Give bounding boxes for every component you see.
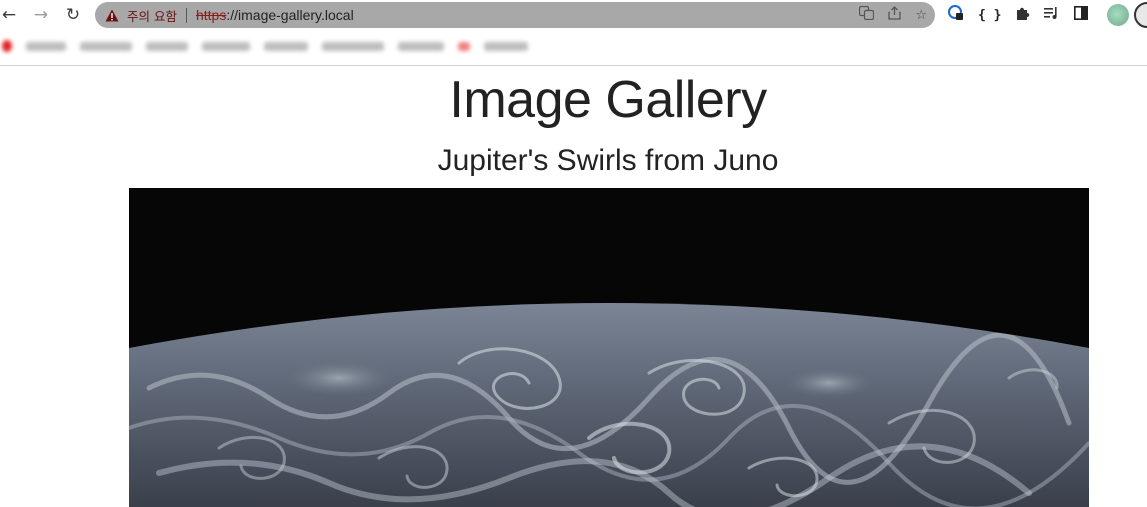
media-queue-icon[interactable]: [1044, 6, 1060, 24]
url-host: ://image-gallery.local: [226, 7, 354, 23]
bookmark-item[interactable]: [322, 41, 384, 51]
browser-toolbar: ← → ↻ 주의 요함 https://image-gallery.local …: [0, 0, 1147, 31]
omnibox-actions: ☆: [859, 2, 927, 28]
bookmark-item[interactable]: [484, 41, 528, 51]
image-caption: Jupiter's Swirls from Juno: [437, 144, 779, 177]
bookmark-item[interactable]: [80, 41, 132, 51]
side-panel-icon[interactable]: [1074, 6, 1089, 24]
puzzle-icon[interactable]: [1015, 6, 1030, 25]
url-scheme: https: [195, 7, 227, 23]
security-warning-label[interactable]: 주의 요함: [127, 6, 177, 25]
bookmark-item[interactable]: [26, 41, 66, 51]
bookmark-favicon[interactable]: [458, 41, 470, 51]
profile-menu-icon[interactable]: [1134, 2, 1147, 28]
translate-icon[interactable]: [859, 5, 875, 24]
bookmarks-bar: [0, 34, 1147, 58]
page-title: Image Gallery: [449, 71, 767, 129]
extensions-bar: { }: [948, 3, 1089, 27]
toolbar-divider: [0, 65, 1147, 66]
url-text[interactable]: https://image-gallery.local: [196, 7, 354, 23]
bookmark-favicon[interactable]: [2, 40, 12, 52]
bookmark-item[interactable]: [264, 41, 308, 51]
bookmark-item[interactable]: [398, 41, 444, 51]
gallery-image: [129, 188, 1089, 507]
address-bar[interactable]: 주의 요함 https://image-gallery.local ☆: [95, 2, 935, 28]
omnibox-divider: [185, 7, 187, 23]
forward-arrow-icon[interactable]: →: [28, 3, 54, 29]
star-icon[interactable]: ☆: [915, 8, 927, 23]
share-icon[interactable]: [888, 6, 901, 24]
profile-avatar[interactable]: [1107, 4, 1129, 26]
extension-icon[interactable]: [948, 5, 964, 25]
back-arrow-icon[interactable]: ←: [0, 3, 22, 29]
bookmark-item[interactable]: [202, 41, 250, 51]
code-braces-icon[interactable]: { }: [978, 8, 1001, 23]
reload-icon[interactable]: ↻: [60, 3, 86, 29]
warning-triangle-icon[interactable]: [105, 8, 121, 22]
bookmark-item[interactable]: [146, 41, 188, 51]
